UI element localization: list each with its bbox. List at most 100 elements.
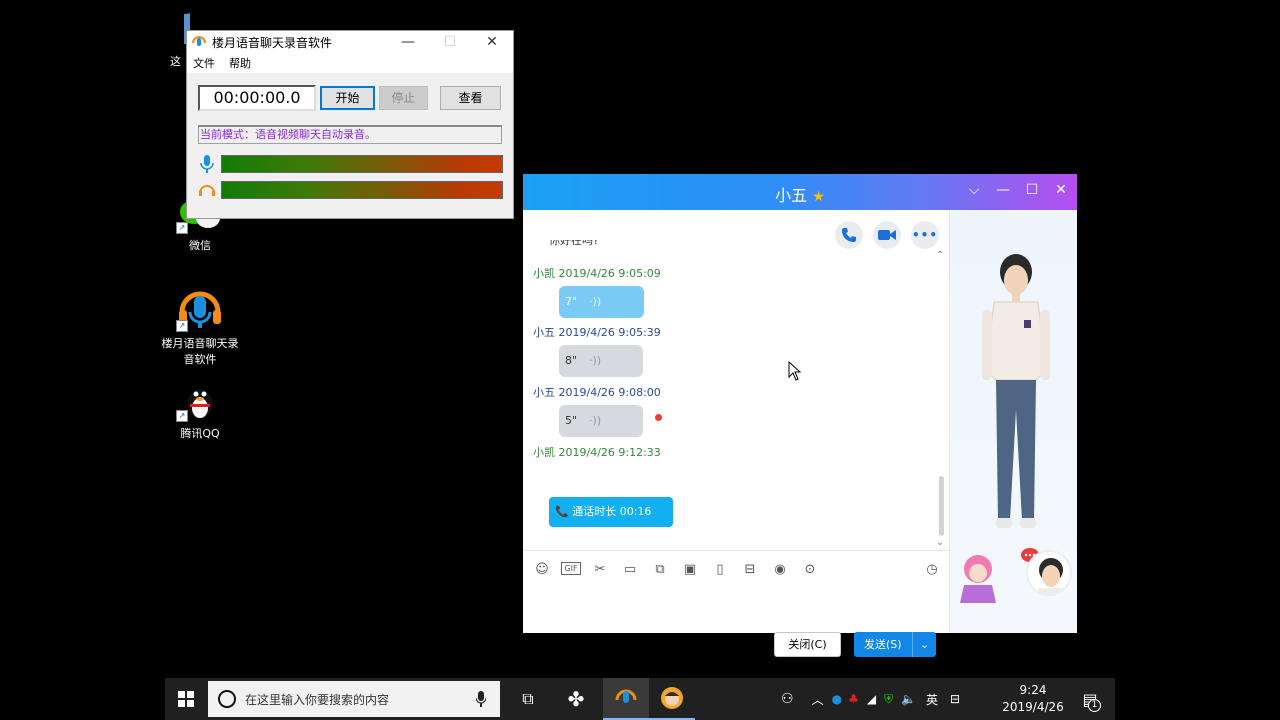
mode-status: 当前模式：语音视频聊天自动录音。 xyxy=(198,125,502,144)
microphone-icon[interactable] xyxy=(476,691,486,707)
voice-wave-icon: ·)) xyxy=(589,295,602,308)
chat-window: 小五 ★ ⌵ — ☐ ✕ ••• 你好在吗? ⌃ 小凯 2019/4/26 9:… xyxy=(523,174,1077,657)
history-clock-icon[interactable]: ◷ xyxy=(921,558,943,580)
voice-wave-icon: ·)) xyxy=(589,354,602,367)
more-button[interactable]: ••• xyxy=(911,221,939,249)
recorder-tray-icon[interactable]: ● xyxy=(832,692,842,706)
recorder-app-icon xyxy=(615,689,637,703)
maximize-button[interactable]: ☐ xyxy=(429,34,471,50)
ime-indicator[interactable]: 英 xyxy=(926,691,938,708)
desktop-icon-recorder[interactable]: ↗ 楼月语音聊天录音软件 xyxy=(160,284,240,368)
recorder-title: 楼月语音聊天录音软件 xyxy=(212,35,333,50)
start-button[interactable]: 开始 xyxy=(320,86,375,110)
notification-count: 1 xyxy=(1088,699,1101,712)
star-icon: ★ xyxy=(812,189,825,205)
stop-button[interactable]: 停止 xyxy=(379,86,428,110)
contact-face-icon xyxy=(661,687,683,709)
close-button[interactable]: ✕ xyxy=(471,34,513,50)
red-packet-icon[interactable]: ⊟ xyxy=(739,558,761,580)
chat-main: ••• 你好在吗? ⌃ 小凯 2019/4/26 9:05:09 7" ·)) 小… xyxy=(523,210,949,657)
clock-date: 2019/4/26 xyxy=(1002,700,1064,714)
taskbar-clock[interactable]: 9:24 2019/4/26 xyxy=(1001,682,1065,716)
cortana-icon xyxy=(218,690,236,708)
send-options-chevron-icon[interactable]: ⌄ xyxy=(912,632,936,657)
desktop: 这 ↗ 微信 ↗ 楼月语音聊天录音软件 ↗ 腾讯QQ 楼月语音聊天录音软件 — … xyxy=(0,0,1280,720)
message-input-area[interactable] xyxy=(531,584,941,626)
ime-mode-icon[interactable]: ⊟ xyxy=(950,692,960,706)
qq-tray-icon[interactable]: ♣ xyxy=(848,692,859,706)
desktop-icon-label: 微信 xyxy=(189,239,211,252)
emoji-icon[interactable]: ☺ xyxy=(531,558,553,580)
taskbar-app-pinwheel[interactable]: ✤ xyxy=(553,678,599,720)
shortcut-arrow-icon: ↗ xyxy=(176,410,188,422)
recorder-titlebar[interactable]: 楼月语音聊天录音软件 — ☐ ✕ xyxy=(187,31,513,53)
scissors-icon[interactable]: ✂ xyxy=(589,558,611,580)
voice-message[interactable]: 8" ·)) xyxy=(559,345,643,377)
voice-message[interactable]: 7" ·)) xyxy=(559,286,644,318)
input-toolbar: ☺ GIF ✂ ▭ ⧉ ▣ ▯ ⊟ ◉ ⊙ xyxy=(531,558,821,580)
start-button[interactable] xyxy=(165,678,207,720)
taskbar-app-qq-chat[interactable] xyxy=(649,678,695,720)
message-header: 小凯 2019/4/26 9:12:33 xyxy=(533,446,661,459)
volume-icon[interactable]: 🔈 xyxy=(901,692,916,706)
send-button-label: 发送(S) xyxy=(864,638,902,651)
phone-icon xyxy=(842,228,856,242)
taskbar-app-recorder[interactable] xyxy=(603,678,649,720)
divider xyxy=(523,550,949,551)
gif-icon[interactable]: GIF xyxy=(561,562,581,575)
chat-titlebar[interactable]: 小五 ★ ⌵ — ☐ ✕ xyxy=(523,174,1077,210)
chevron-up-icon[interactable]: ︿ xyxy=(812,691,824,708)
people-icon[interactable]: ⚇ xyxy=(781,691,794,707)
file-transfer-icon[interactable]: ⧉ xyxy=(649,558,671,580)
scroll-down-icon[interactable]: ⌄ xyxy=(936,537,944,548)
mouse-cursor-icon xyxy=(788,361,802,381)
video-call-button[interactable] xyxy=(873,221,901,249)
minimize-button[interactable]: — xyxy=(387,34,429,50)
shake-icon[interactable]: ▯ xyxy=(709,558,731,580)
more-tools-icon[interactable]: ⊙ xyxy=(799,558,821,580)
notification-center-button[interactable]: ▤ 1 xyxy=(1075,678,1105,720)
view-button[interactable]: 查看 xyxy=(440,86,501,110)
call-record-message[interactable]: 📞 通话时长 00:16 xyxy=(549,497,673,527)
message-header: 小凯 2019/4/26 9:05:09 xyxy=(533,267,661,280)
microphone-icon xyxy=(200,155,214,173)
recorder-app-icon xyxy=(192,36,206,46)
call-toolbar: ••• xyxy=(835,221,939,249)
more-icon: ••• xyxy=(911,228,938,242)
chat-scrollbar[interactable] xyxy=(939,476,944,536)
minimize-button[interactable]: — xyxy=(993,182,1013,198)
contact-avatar-thumbnail[interactable] xyxy=(1026,550,1072,596)
voice-wave-icon: ·)) xyxy=(589,414,602,427)
system-tray: ⚇ ︿ ● ♣ ◢ ⛨ 🔈 英 ⊟ xyxy=(781,678,960,720)
voice-call-button[interactable] xyxy=(835,221,863,249)
scroll-up-icon[interactable]: ⌃ xyxy=(936,250,944,261)
menu-help[interactable]: 帮助 xyxy=(229,55,251,71)
network-icon[interactable]: ◢ xyxy=(867,692,876,706)
shortcut-arrow-icon: ↗ xyxy=(176,222,188,234)
contact-avatar-figure xyxy=(982,254,1050,528)
close-chat-button[interactable]: 关闭(C) xyxy=(774,632,841,657)
task-view-icon: ⧉ xyxy=(522,689,534,708)
image-icon[interactable]: ▣ xyxy=(679,558,701,580)
pet-character-icon xyxy=(960,555,996,603)
voice-message[interactable]: 5" ·)) xyxy=(559,405,643,437)
recorder-window: 楼月语音聊天录音软件 — ☐ ✕ 文件 帮助 00:00:00.0 开始 停止 … xyxy=(186,30,514,219)
close-button[interactable]: ✕ xyxy=(1051,182,1071,198)
desktop-icon-qq[interactable]: ↗ 腾讯QQ xyxy=(160,382,240,442)
task-view-button[interactable]: ⧉ xyxy=(505,678,551,720)
message-header: 小五 2019/4/26 9:08:00 xyxy=(533,386,661,399)
windows-logo-icon xyxy=(178,691,194,707)
chevron-down-icon[interactable]: ⌵ xyxy=(964,182,984,198)
taskbar-search[interactable]: 在这里输入你要搜索的内容 xyxy=(208,681,500,717)
music-icon[interactable]: ◉ xyxy=(769,558,791,580)
security-shield-icon[interactable]: ⛨ xyxy=(884,692,893,707)
folder-icon[interactable]: ▭ xyxy=(619,558,641,580)
headphone-icon xyxy=(199,185,215,196)
menu-file[interactable]: 文件 xyxy=(193,55,215,71)
unread-dot xyxy=(655,414,662,421)
contact-showcase-panel xyxy=(949,210,1077,633)
send-button[interactable]: 发送(S) ⌄ xyxy=(854,632,936,657)
maximize-button[interactable]: ☐ xyxy=(1022,182,1042,198)
chat-contact-name: 小五 xyxy=(775,186,808,205)
desktop-icon-label: 腾讯QQ xyxy=(180,427,220,440)
